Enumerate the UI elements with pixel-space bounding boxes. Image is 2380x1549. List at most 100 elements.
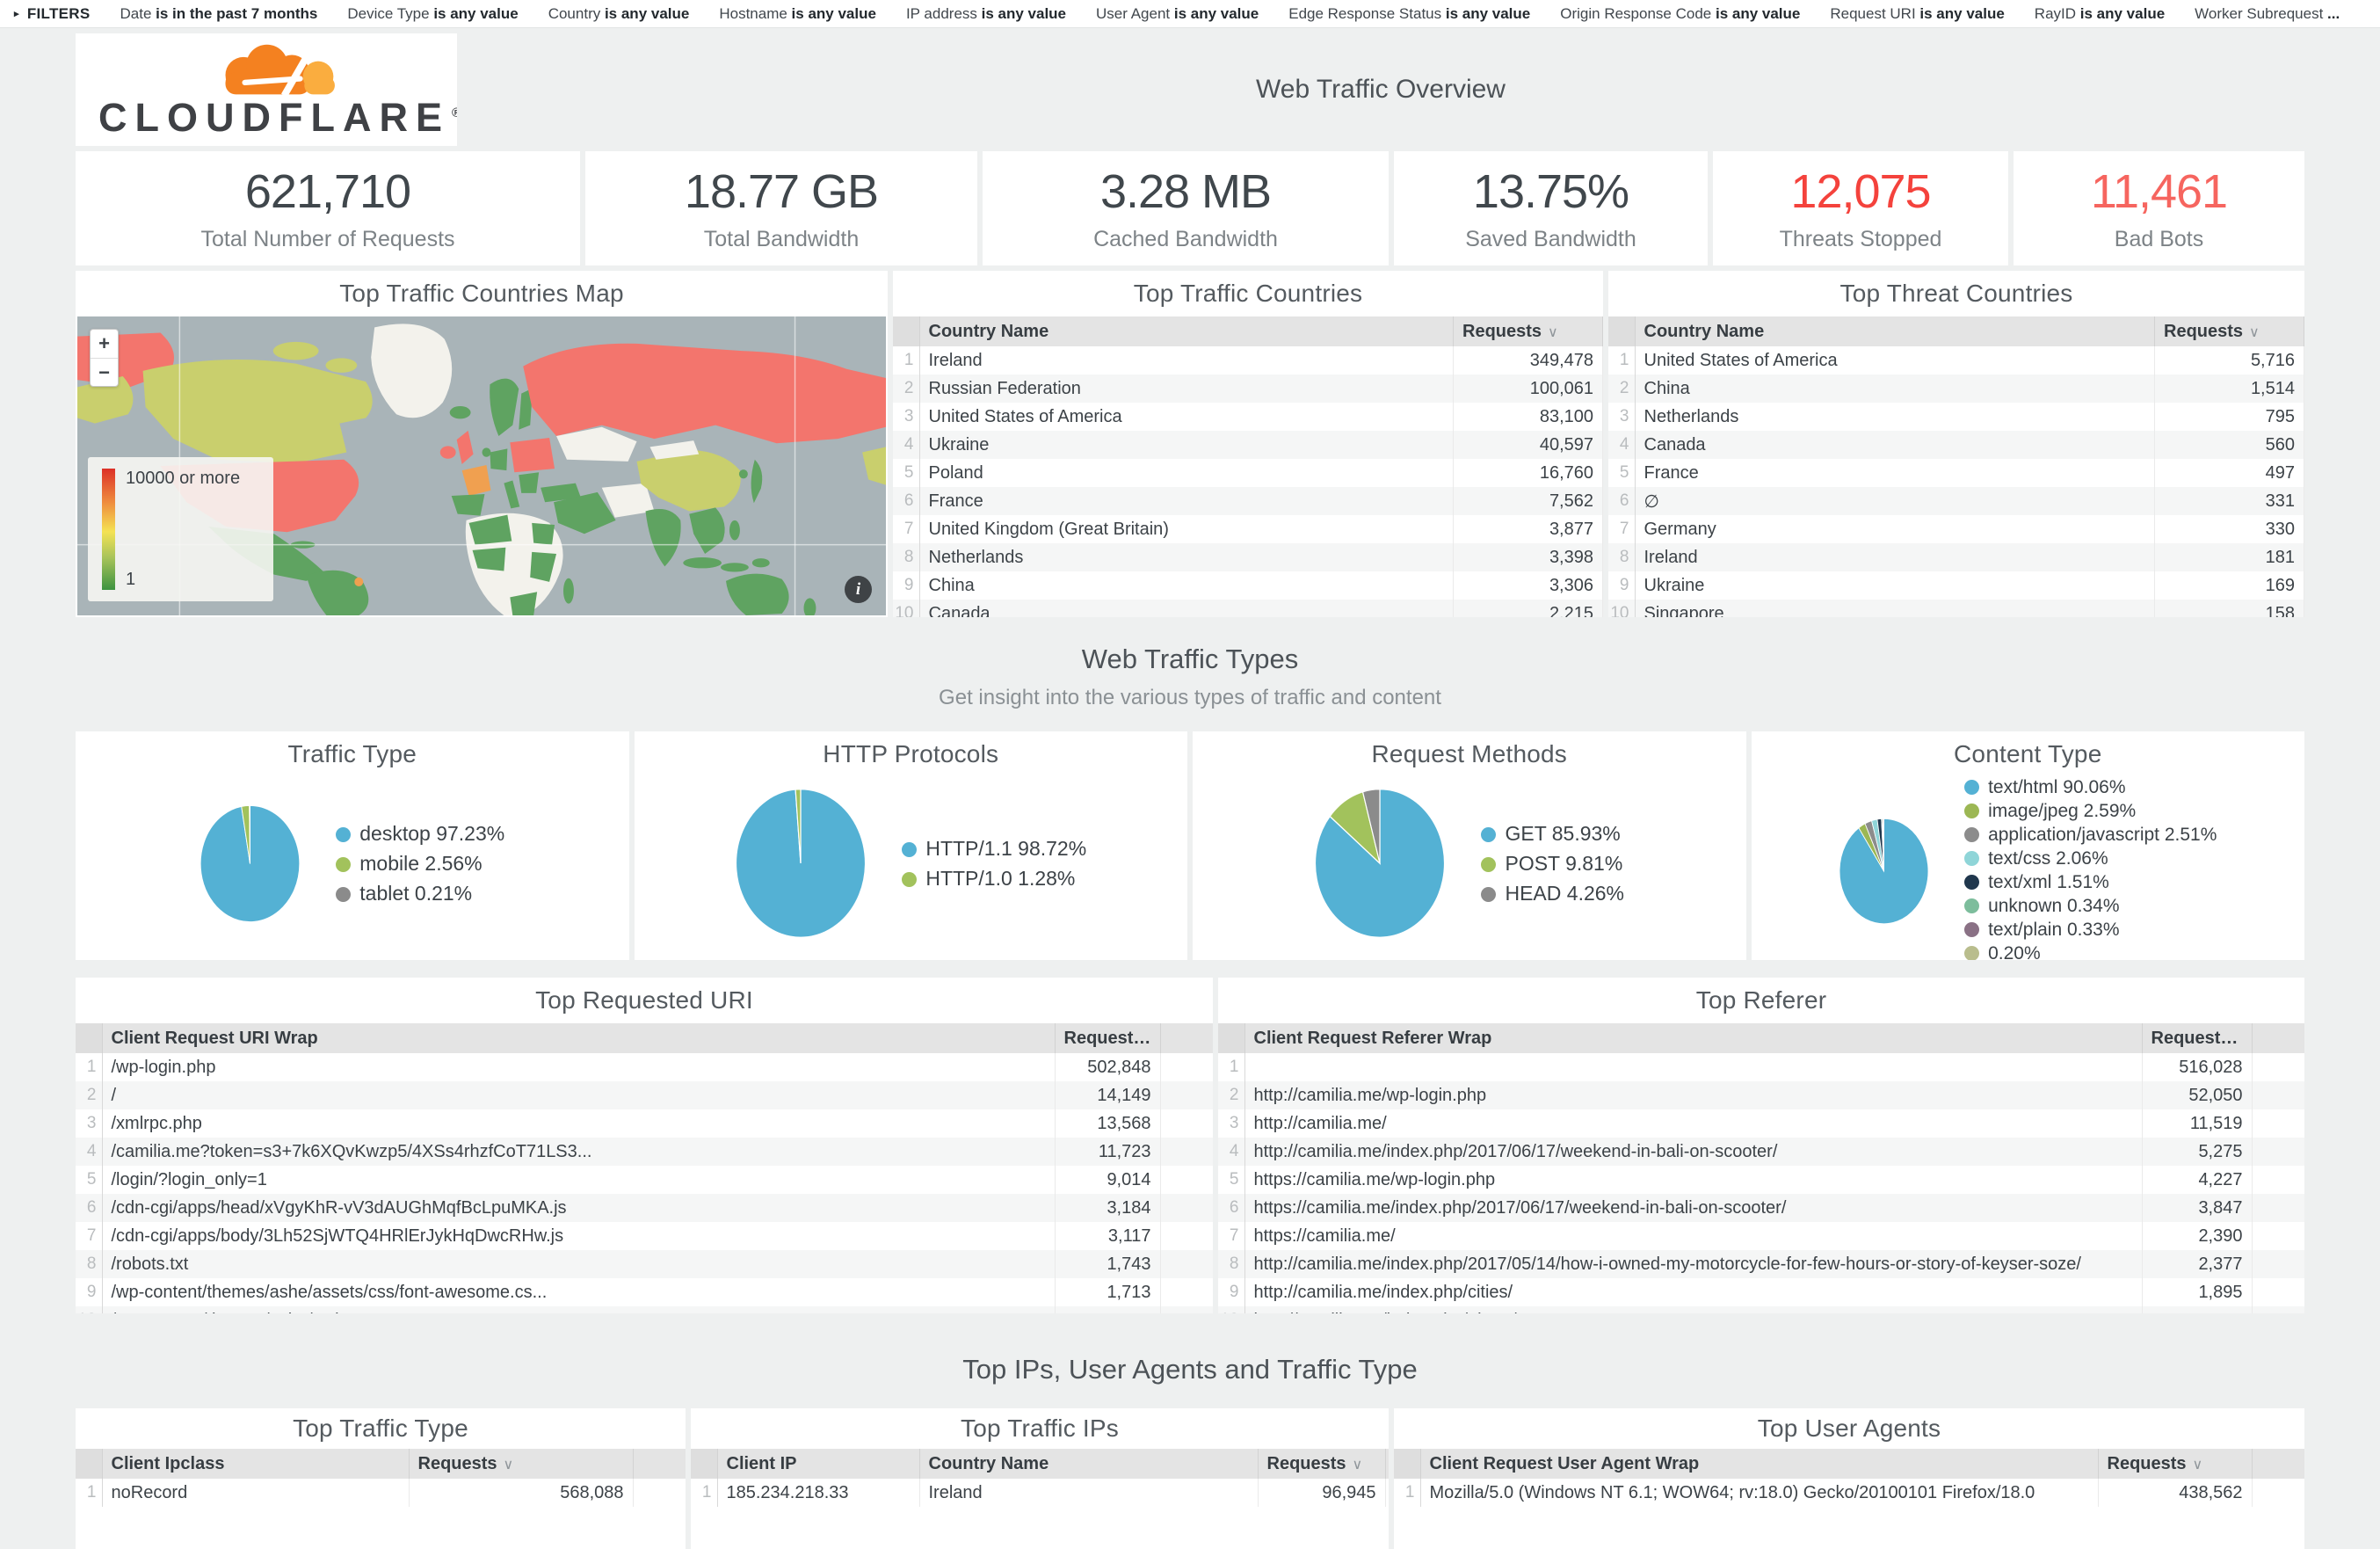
content-type-pie-chart[interactable] (1839, 818, 1929, 925)
column-header[interactable]: Requests∨ (2142, 1023, 2252, 1053)
cell[interactable]: United States of America (919, 403, 1454, 431)
cell[interactable]: 516,028 (2142, 1053, 2252, 1081)
cell[interactable]: 1,514 (2155, 375, 2304, 403)
cell[interactable]: 3,117 (1055, 1222, 1160, 1250)
cell[interactable]: http://camilia.me/index.php/2017/05/14/h… (1244, 1250, 2142, 1278)
filter-item[interactable]: Worker Subrequest ... (2195, 5, 2340, 23)
legend-item[interactable]: desktop 97.23% (336, 822, 504, 846)
legend-item[interactable]: application/javascript 2.51% (1964, 825, 2217, 846)
cell[interactable]: 331 (2155, 487, 2304, 515)
filter-item[interactable]: Device Type is any value (347, 5, 518, 23)
legend-item[interactable]: HTTP/1.1 98.72% (902, 837, 1086, 861)
traffic-type-pie-chart[interactable] (200, 804, 301, 923)
cell[interactable]: Netherlands (919, 543, 1454, 571)
cell[interactable] (1244, 1053, 2142, 1081)
request-methods-pie-chart[interactable] (1314, 788, 1446, 939)
cell[interactable]: 3,398 (1454, 543, 1603, 571)
cell[interactable]: 560 (2155, 431, 2304, 459)
cell[interactable]: 169 (2155, 571, 2304, 600)
legend-item[interactable]: 0.20% (1964, 943, 2217, 960)
filter-item[interactable]: Country is any value (548, 5, 690, 23)
filter-item[interactable]: Request URI is any value (1830, 5, 2004, 23)
cell[interactable]: 4,227 (2142, 1166, 2252, 1194)
legend-item[interactable]: POST 9.81% (1481, 852, 1624, 876)
cell[interactable]: Russian Federation (919, 375, 1454, 403)
kpi-value[interactable]: 18.77 GB (685, 164, 878, 219)
column-header[interactable]: Requests∨ (1055, 1023, 1160, 1053)
cell[interactable]: 96,945 (1258, 1479, 1385, 1507)
cell[interactable]: http://camilia.me/index.php/about/ (1244, 1306, 2142, 1313)
filter-item[interactable]: Date is in the past 7 months (120, 5, 318, 23)
cell[interactable]: ∅ (1635, 487, 2155, 515)
kpi-value[interactable]: 3.28 MB (1100, 164, 1271, 219)
world-map[interactable]: + − 10000 or more 1 i (77, 316, 886, 615)
cell[interactable]: Singapore (1635, 600, 2155, 617)
filter-item[interactable]: Hostname is any value (719, 5, 876, 23)
cell[interactable]: / (102, 1081, 1055, 1109)
cell[interactable]: 330 (2155, 515, 2304, 543)
column-header[interactable]: Client Request URI Wrap (102, 1023, 1055, 1053)
sort-chevron-icon[interactable]: ∨ (2193, 1458, 2203, 1473)
cell[interactable]: China (1635, 375, 2155, 403)
cell[interactable]: https://camilia.me/wp-login.php (1244, 1166, 2142, 1194)
cell[interactable]: http://camilia.me/wp-login.php (1244, 1081, 2142, 1109)
cell[interactable]: /login/?login_only=1 (102, 1166, 1055, 1194)
cell[interactable]: 16,760 (1454, 459, 1603, 487)
cell[interactable]: 3,847 (2142, 1194, 2252, 1222)
legend-item[interactable]: text/xml 1.51% (1964, 872, 2217, 893)
legend-item[interactable]: text/plain 0.33% (1964, 920, 2217, 941)
cell[interactable]: 158 (2155, 600, 2304, 617)
column-header[interactable]: Country Name (919, 1449, 1258, 1479)
cell[interactable]: noRecord (102, 1479, 409, 1507)
info-icon[interactable]: i (845, 576, 872, 603)
zoom-in-button[interactable]: + (91, 330, 118, 358)
cell[interactable]: 502,848 (1055, 1053, 1160, 1081)
legend-item[interactable]: GET 85.93% (1481, 822, 1624, 846)
cell[interactable]: 497 (2155, 459, 2304, 487)
cell[interactable]: Ireland (919, 346, 1454, 375)
cell[interactable]: 1,672 (1055, 1306, 1160, 1313)
kpi-value[interactable]: 11,461 (2091, 164, 2227, 219)
cell[interactable]: 795 (2155, 403, 2304, 431)
sort-chevron-icon[interactable]: ∨ (1353, 1458, 1363, 1473)
cell[interactable]: Ireland (1635, 543, 2155, 571)
column-header[interactable]: Country Name (919, 316, 1454, 346)
cell[interactable]: 3,306 (1454, 571, 1603, 600)
kpi-value[interactable]: 12,075 (1790, 164, 1930, 219)
cell[interactable]: 100,061 (1454, 375, 1603, 403)
cell[interactable]: 1,473 (2142, 1306, 2252, 1313)
cell[interactable]: 2,377 (2142, 1250, 2252, 1278)
cell[interactable]: United States of America (1635, 346, 2155, 375)
cell[interactable]: China (919, 571, 1454, 600)
cell[interactable]: http://camilia.me/ (1244, 1109, 2142, 1138)
cell[interactable]: 3,184 (1055, 1194, 1160, 1222)
filter-item[interactable]: User Agent is any value (1096, 5, 1259, 23)
filter-item[interactable]: Edge Response Status is any value (1288, 5, 1530, 23)
legend-item[interactable]: tablet 0.21% (336, 882, 504, 905)
sort-chevron-icon[interactable]: ∨ (2249, 325, 2260, 340)
cell[interactable]: Netherlands (1635, 403, 2155, 431)
cell[interactable]: 1,743 (1055, 1250, 1160, 1278)
column-header[interactable]: Client Request Referer Wrap (1244, 1023, 2142, 1053)
legend-item[interactable]: text/css 2.06% (1964, 848, 2217, 869)
column-header[interactable]: Requests∨ (1258, 1449, 1385, 1479)
filter-item[interactable]: IP address is any value (906, 5, 1066, 23)
cell[interactable]: http://camilia.me/index.php/2017/06/17/w… (1244, 1138, 2142, 1166)
column-header[interactable]: Requests∨ (409, 1449, 633, 1479)
cell[interactable]: 2,390 (2142, 1222, 2252, 1250)
cell[interactable]: 9,014 (1055, 1166, 1160, 1194)
cell[interactable]: 3,877 (1454, 515, 1603, 543)
cell[interactable]: 52,050 (2142, 1081, 2252, 1109)
cell[interactable]: /camilia.me?token=s3+7k6XQvKwzp5/4XSs4rh… (102, 1138, 1055, 1166)
cell[interactable]: Germany (1635, 515, 2155, 543)
cell[interactable]: 185.234.218.33 (717, 1479, 919, 1507)
cell[interactable]: http://camilia.me/index.php/cities/ (1244, 1278, 2142, 1306)
cell[interactable]: Canada (919, 600, 1454, 617)
cell[interactable]: 181 (2155, 543, 2304, 571)
kpi-value[interactable]: 621,710 (245, 164, 410, 219)
cell[interactable]: 2,215 (1454, 600, 1603, 617)
cell[interactable]: 1,895 (2142, 1278, 2252, 1306)
filters-toggle[interactable]: ▸ FILTERS (14, 5, 91, 23)
cell[interactable]: /wp-content/themes/ashe/assets/css/font-… (102, 1278, 1055, 1306)
column-header[interactable]: Client IP (717, 1449, 919, 1479)
